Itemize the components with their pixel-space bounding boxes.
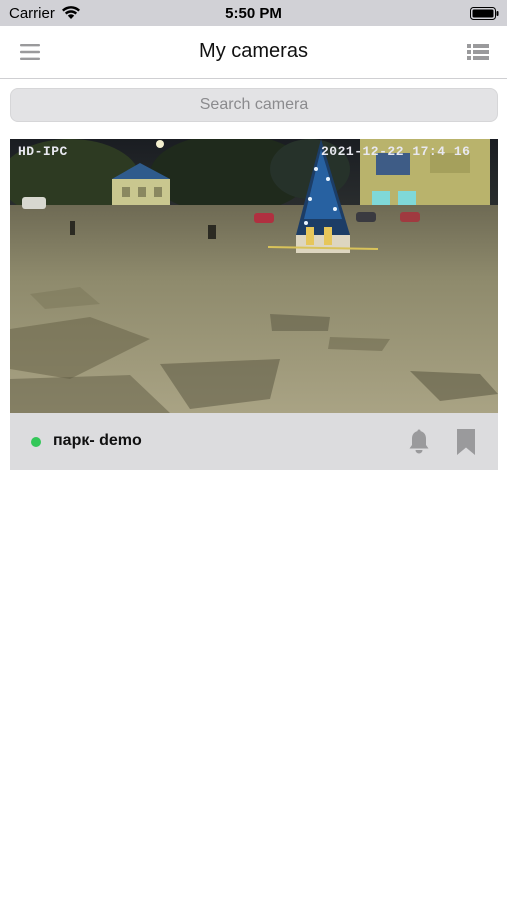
battery-icon xyxy=(470,7,499,25)
clock-label: 5:50 PM xyxy=(225,5,282,22)
camera-timestamp: 2021-12-22 17:4 16 xyxy=(321,144,471,159)
list-view-button[interactable] xyxy=(464,40,492,64)
navigation-bar: My cameras xyxy=(0,26,507,79)
page-title: My cameras xyxy=(199,40,308,62)
status-bar: Carrier 5:50 PM xyxy=(0,0,507,26)
bell-icon xyxy=(409,429,429,454)
camera-card[interactable]: HD-IPC 2021-12-22 17:4 16 парк- demo xyxy=(10,139,498,470)
online-status-dot xyxy=(31,437,41,447)
app-screen: Carrier 5:50 PM My cameras Search camera… xyxy=(0,0,507,900)
camera-osd-label: HD-IPC xyxy=(18,144,68,159)
bookmark-icon xyxy=(457,429,475,455)
notifications-button[interactable] xyxy=(407,429,431,455)
bookmark-button[interactable] xyxy=(455,428,477,456)
camera-preview[interactable]: HD-IPC 2021-12-22 17:4 16 xyxy=(10,139,498,413)
camera-snapshot-image xyxy=(10,139,498,413)
camera-footer: парк- demo xyxy=(10,413,498,470)
search-input[interactable] xyxy=(10,88,498,122)
camera-name: парк- demo xyxy=(53,432,142,449)
list-view-icon xyxy=(467,44,489,60)
